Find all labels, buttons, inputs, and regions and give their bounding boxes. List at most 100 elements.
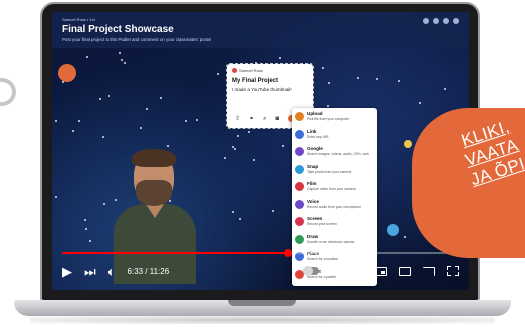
settings-gear-icon[interactable]: ⚙ <box>352 265 363 277</box>
star-graphic <box>231 211 234 214</box>
avatar <box>232 68 237 73</box>
volume-icon[interactable]: 🔈︎ <box>108 265 116 278</box>
star-graphic <box>55 195 58 198</box>
menu-item-text: Film Capture video from your camera <box>307 181 356 191</box>
more-icon[interactable] <box>453 18 459 24</box>
star-graphic <box>321 66 324 69</box>
star-graphic <box>119 52 122 55</box>
star-graphic <box>376 77 379 80</box>
post-attachment-tools: ⇧ ⚭ ⌕ ◙ <box>235 115 296 122</box>
share-icon[interactable] <box>433 18 439 24</box>
star-graphic <box>272 209 275 212</box>
star-graphic <box>140 126 143 129</box>
star-graphic <box>99 98 102 101</box>
star-graphic <box>419 102 422 105</box>
menu-item-label: Link <box>307 128 317 134</box>
menu-item-label: Film <box>307 181 317 186</box>
play-icon[interactable]: ▶ <box>62 265 72 278</box>
star-graphic <box>88 240 91 243</box>
star-graphic <box>84 218 87 221</box>
star-graphic <box>107 94 110 97</box>
star-graphic <box>103 202 106 205</box>
upload-icon[interactable]: ⇧ <box>235 116 240 122</box>
menu-item-description: Doodle on an electronic canvas <box>307 239 355 244</box>
star-graphic <box>184 119 187 122</box>
video-player[interactable]: Samuel Ross • 1m Final Project Showcase … <box>52 12 469 290</box>
post-title-input[interactable]: My Final Project <box>232 78 308 84</box>
star-graphic <box>279 56 282 59</box>
pencil-icon <box>295 234 304 244</box>
star-graphic <box>233 148 236 151</box>
cast-icon[interactable] <box>423 266 435 276</box>
subtitles-icon[interactable]: ▤ <box>331 266 340 276</box>
star-graphic <box>54 120 57 123</box>
menu-item-voice[interactable]: Voice Record audio from your microphone <box>295 199 374 217</box>
screen-icon <box>295 217 304 226</box>
menu-item-label: Upload <box>307 111 323 116</box>
padlet-header: Samuel Ross • 1m Final Project Showcase … <box>52 12 469 48</box>
star-graphic <box>443 87 446 90</box>
menu-item-description: Enter any URL <box>307 134 330 139</box>
star-graphic <box>101 136 104 139</box>
presenter-beard <box>136 180 172 206</box>
star-graphic <box>403 235 406 238</box>
menu-item-description: Pick file from your computer <box>307 117 350 121</box>
star-graphic <box>239 217 242 220</box>
theater-mode-icon[interactable] <box>399 266 411 276</box>
menu-item-label: Snap <box>307 163 319 169</box>
post-author-name: Samuel Ross <box>239 68 263 73</box>
star-graphic <box>327 82 330 85</box>
menu-item-draw[interactable]: Draw Doodle on an electronic canvas <box>295 234 374 252</box>
star-graphic <box>217 72 220 75</box>
menu-item-description: Capture video from your camera <box>307 187 356 191</box>
miniplayer-icon[interactable] <box>375 266 387 276</box>
planet-graphic <box>58 64 76 82</box>
star-graphic <box>124 61 127 64</box>
menu-item-snap[interactable]: Snap Take photo from your camera <box>295 164 374 182</box>
menu-item-label: Google <box>307 146 323 151</box>
decorative-arc <box>0 78 16 106</box>
star-graphic <box>146 108 149 111</box>
star-graphic <box>231 146 234 149</box>
camera-icon[interactable]: ◙ <box>275 116 279 122</box>
star-graphic <box>121 59 124 62</box>
star-graphic <box>71 130 74 133</box>
star-graphic <box>166 144 169 147</box>
star-graphic <box>253 158 256 161</box>
padlet-title: Final Project Showcase <box>62 24 174 35</box>
star-graphic <box>356 77 359 80</box>
link-icon[interactable]: ⚭ <box>249 116 254 122</box>
fullscreen-icon[interactable] <box>447 266 459 276</box>
film-icon <box>295 182 304 191</box>
menu-item-text: Link Enter any URL <box>307 129 329 139</box>
search-icon[interactable]: ⌕ <box>263 116 266 122</box>
settings-icon[interactable] <box>443 18 449 24</box>
star-graphic <box>247 130 250 133</box>
star-graphic <box>78 119 81 122</box>
laptop-notch <box>228 300 296 306</box>
padlet-author-line: Samuel Ross • 1m <box>62 17 95 22</box>
next-icon[interactable]: ⏭ <box>84 265 96 278</box>
star-graphic <box>84 227 87 230</box>
menu-item-text: Upload Pick file from your computer <box>307 111 349 121</box>
planet-graphic <box>387 224 399 236</box>
menu-item-link[interactable]: Link Enter any URL <box>295 129 374 147</box>
heart-icon[interactable] <box>423 18 429 24</box>
post-body-input[interactable]: I made a YouTube thumbnail! <box>232 87 308 92</box>
menu-item-film[interactable]: Film Capture video from your camera <box>295 181 374 199</box>
menu-item-description: Record your screen <box>307 222 337 226</box>
star-graphic <box>160 96 163 99</box>
menu-item-google[interactable]: Google Search images, videos, audio, GIFs… <box>295 146 374 164</box>
camera-icon <box>295 164 304 174</box>
star-graphic <box>281 144 284 147</box>
menu-item-upload[interactable]: Upload Pick file from your computer <box>295 111 374 129</box>
menu-item-screen[interactable]: Screen Record your screen <box>295 216 374 234</box>
autoplay-toggle[interactable] <box>302 266 319 276</box>
padlet-toolbar <box>423 18 459 24</box>
menu-item-label: Voice <box>307 198 319 204</box>
star-graphic <box>223 156 226 159</box>
menu-item-text: Google Search images, videos, audio, GIFs… <box>307 146 369 156</box>
menu-item-text: Snap Take photo from your camera <box>307 164 351 174</box>
menu-item-text: Draw Doodle on an electronic canvas <box>307 234 354 244</box>
microphone-icon <box>295 199 304 209</box>
